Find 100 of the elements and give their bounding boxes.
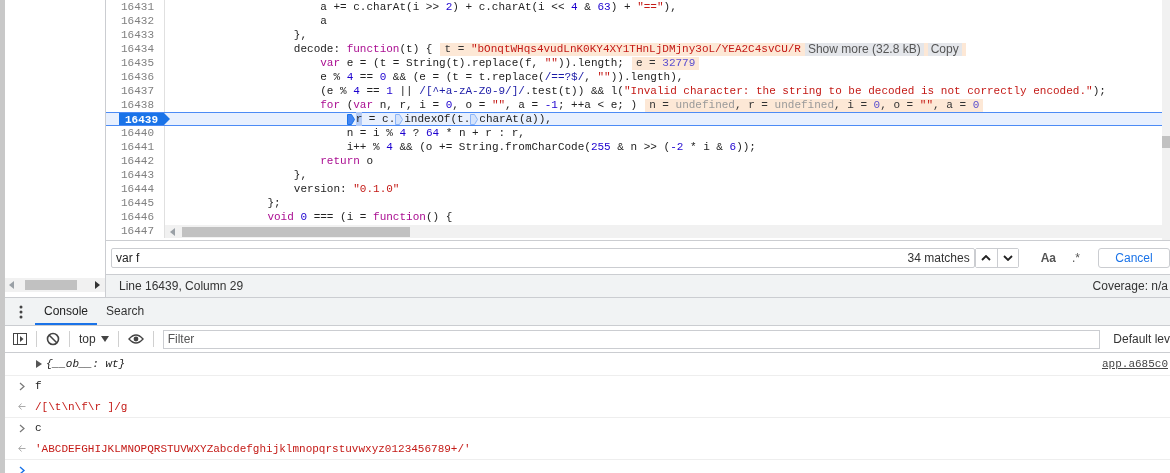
context-selector[interactable]: top	[79, 332, 109, 346]
inline-value-button[interactable]: Show more (32.8 kB)	[804, 42, 924, 56]
sidebar-toggle-icon[interactable]	[13, 333, 27, 345]
line-number[interactable]: 16433	[121, 28, 164, 42]
code-string: "Invalid character: the string to be decoded is not correctly encoded."	[623, 84, 1093, 98]
code-regex: /[^+a-zA-Z0-9/]/	[419, 84, 525, 98]
caret-icon	[100, 336, 109, 342]
code-keyword: void	[267, 210, 295, 224]
line-number[interactable]: 16447	[121, 224, 164, 238]
log-levels-dropdown[interactable]: Default lev	[1109, 332, 1170, 346]
filter-field[interactable]: Filter	[162, 329, 1101, 349]
code-number: 4	[571, 0, 578, 14]
line-number[interactable]: 16445	[121, 196, 164, 210]
scroll-right-icon[interactable]	[95, 281, 101, 289]
line-number[interactable]: 16443	[121, 168, 164, 182]
line-number[interactable]: 16439	[119, 113, 170, 125]
inline-value-button[interactable]: Copy	[927, 42, 962, 56]
code-number: 63	[597, 0, 611, 14]
expand-triangle-icon[interactable]	[36, 360, 42, 368]
code-text: && (o += String.fromCharCode(	[398, 140, 591, 154]
code-string: ""	[597, 70, 611, 84]
console-result: 'ABCDEFGHIJKLMNOPQRSTUVWXYZabcdefghijklmnopqrstuvwxyz0123456789+/'	[35, 442, 471, 455]
code-text: indexOf(t.	[404, 112, 471, 126]
code-number: 2	[445, 0, 453, 14]
match-case-button[interactable]: Aa	[1034, 250, 1062, 265]
code-number: 0	[379, 70, 387, 84]
inline-value-text: , a =	[933, 98, 968, 112]
breakpoint-marker-icon[interactable]	[395, 113, 404, 125]
prompt-chevron-icon[interactable]	[17, 465, 27, 473]
code-keyword: function	[373, 210, 426, 224]
code-text: = c.	[367, 112, 396, 126]
breakpoint-marker-icon[interactable]	[470, 113, 479, 125]
line-number[interactable]: 16444	[121, 182, 164, 196]
code-text: ==	[365, 84, 381, 98]
code-text: );	[1092, 84, 1106, 98]
next-match-button[interactable]	[996, 248, 1018, 267]
code-text: ; ++a < e; )	[557, 98, 638, 112]
inline-value-text: , r =	[734, 98, 769, 112]
clear-console-icon[interactable]	[46, 332, 60, 346]
code-number: 4	[346, 70, 354, 84]
code-keyword: for	[320, 98, 341, 112]
eye-icon[interactable]	[127, 334, 144, 344]
inline-value-text: undefined	[774, 98, 834, 112]
line-number[interactable]: 16431	[121, 0, 164, 14]
horizontal-scrollbar[interactable]	[5, 278, 105, 292]
inline-value-text: n =	[649, 98, 670, 112]
line-number[interactable]: 16442	[121, 154, 164, 168]
chevron-down-icon	[1002, 254, 1013, 261]
line-number[interactable]: 16437	[121, 84, 164, 98]
logged-object[interactable]: {__ob__: wt}	[46, 358, 126, 370]
code-number: 1	[386, 84, 393, 98]
code-number: 4	[399, 126, 407, 140]
line-number[interactable]: 16432	[121, 14, 164, 28]
code-text: )).length;	[557, 56, 624, 70]
scroll-left-icon[interactable]	[9, 281, 15, 289]
line-number[interactable]: 16435	[121, 56, 164, 70]
regex-button[interactable]: .*	[1066, 250, 1086, 265]
code-text: ),	[663, 0, 677, 14]
code-text: )).length),	[610, 70, 684, 84]
search-field[interactable]: var f 34 matches	[111, 247, 975, 268]
inline-value-text: t =	[444, 42, 466, 56]
selected-code: r	[355, 112, 363, 126]
code-text: & n >> (	[616, 140, 671, 154]
code-text: n = i %	[346, 126, 394, 140]
code-string: ""	[544, 56, 558, 70]
code-text: .test(t)) && l(	[524, 84, 624, 98]
more-options-icon[interactable]	[19, 304, 23, 319]
code-text: a += c.charAt(i >>	[320, 0, 441, 14]
code-text: ?	[411, 126, 421, 140]
code-text: (e %	[320, 84, 348, 98]
drawer-tab[interactable]: Console	[35, 298, 98, 325]
code-number: -1	[544, 98, 558, 112]
code-text: o	[365, 154, 374, 168]
line-number[interactable]: 16438	[121, 98, 164, 112]
chevron-up-icon	[981, 254, 992, 261]
line-number[interactable]: 16436	[121, 70, 164, 84]
vertical-scrollbar[interactable]	[1162, 0, 1170, 240]
code-number: 255	[590, 140, 611, 154]
line-number[interactable]: 16434	[121, 42, 164, 56]
code-number: 4	[353, 84, 360, 98]
code-text: &	[583, 0, 592, 14]
input-chevron-icon	[17, 381, 27, 391]
inline-value-text: e =	[635, 56, 657, 70]
code-text: version:	[293, 182, 348, 196]
code-number: 0	[445, 98, 453, 112]
code-text: ));	[736, 140, 756, 154]
scroll-left-icon[interactable]	[170, 227, 176, 236]
coverage-label: Coverage: n/a	[1092, 279, 1168, 293]
line-number[interactable]: 16440	[121, 126, 164, 140]
cancel-button[interactable]: Cancel	[1098, 247, 1170, 268]
code-number: 4	[386, 140, 393, 154]
line-number[interactable]: 16446	[121, 210, 164, 224]
source-link[interactable]: app.a685c0	[1102, 358, 1170, 370]
drawer-tab[interactable]: Search	[97, 298, 154, 325]
horizontal-scrollbar[interactable]	[165, 225, 1162, 238]
line-number[interactable]: 16441	[121, 140, 164, 154]
code-keyword: var	[353, 98, 374, 112]
code-text: e %	[320, 70, 342, 84]
breakpoint-marker-icon[interactable]	[346, 113, 355, 125]
code-keyword: function	[346, 42, 400, 56]
